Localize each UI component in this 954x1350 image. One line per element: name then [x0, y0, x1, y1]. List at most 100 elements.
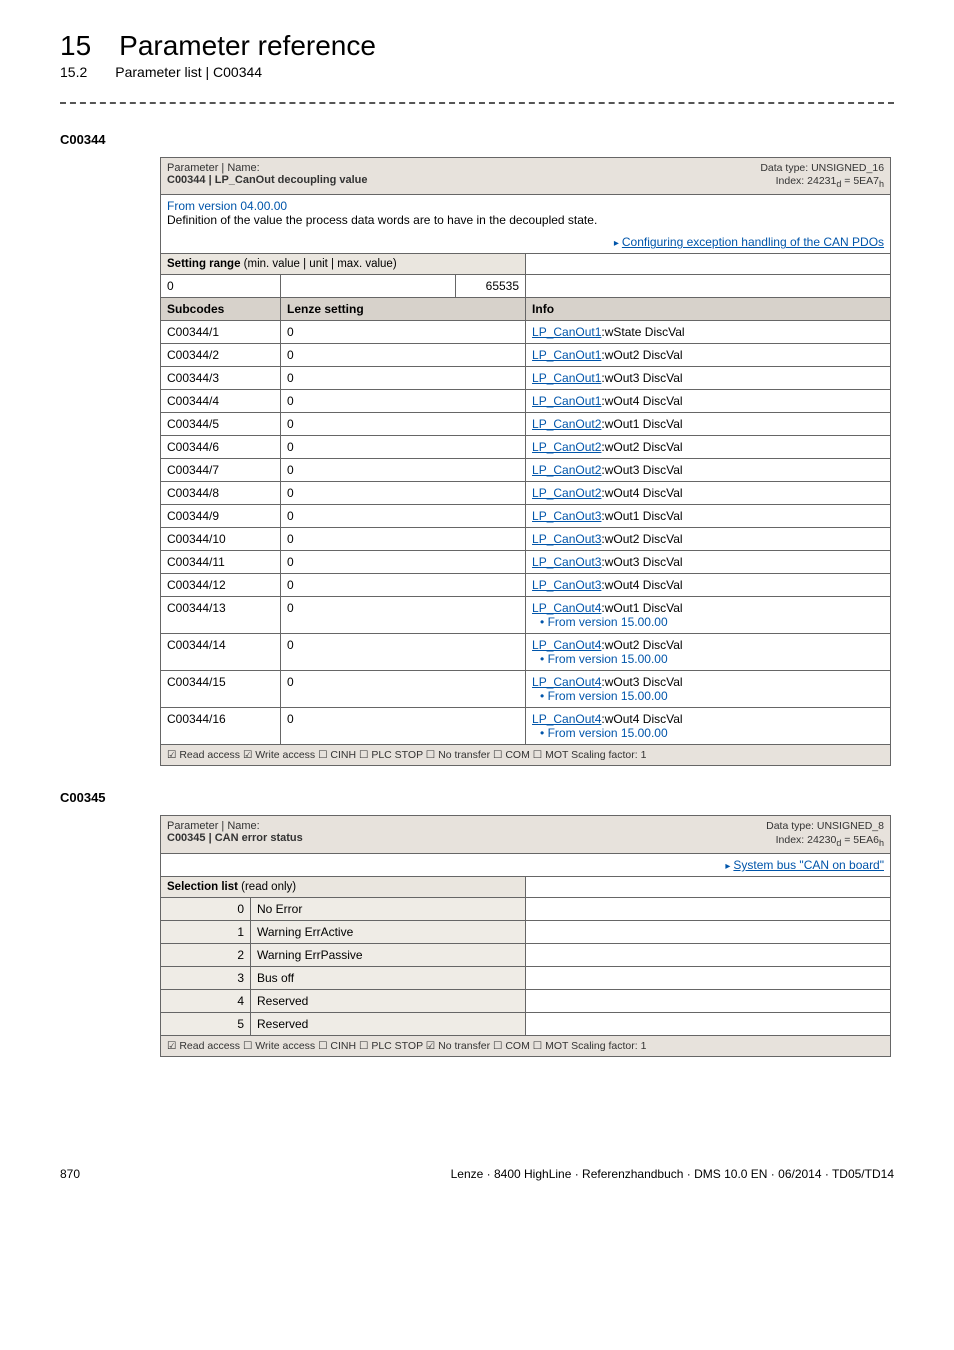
subcode-cell: C00344/2 [161, 344, 281, 367]
lp-canout-link[interactable]: LP_CanOut2 [532, 417, 601, 431]
subcode-cell: C00344/14 [161, 634, 281, 671]
selection-index-cell: 4 [161, 989, 251, 1012]
index-label: Index: 24231 [776, 175, 837, 187]
subcode-cell: C00344/4 [161, 390, 281, 413]
lenze-setting-cell: 0 [281, 634, 526, 671]
subcode-cell: C00344/5 [161, 413, 281, 436]
lenze-setting-cell: 0 [281, 367, 526, 390]
lp-canout-link[interactable]: LP_CanOut4 [532, 675, 601, 689]
index-label-2: Index: 24230 [776, 834, 837, 846]
info-cell: LP_CanOut1:wOut3 DiscVal [526, 367, 891, 390]
table-footer-c00345: ☑ Read access ☐ Write access ☐ CINH ☐ PL… [161, 1035, 891, 1056]
param-label: Parameter | Name: [167, 162, 260, 174]
param-name: C00344 | LP_CanOut decoupling value [167, 174, 368, 186]
lp-canout-link[interactable]: LP_CanOut2 [532, 440, 601, 454]
index-sub-h: h [879, 179, 884, 189]
subcodes-header: Subcodes [161, 298, 281, 321]
info-tail: :wOut3 DiscVal [601, 675, 682, 689]
footer-right: Lenze · 8400 HighLine · Referenzhandbuch… [451, 1167, 894, 1181]
table-c00345: Parameter | Name: C00345 | CAN error sta… [160, 815, 891, 1056]
lenze-setting-cell: 0 [281, 413, 526, 436]
info-cell: LP_CanOut3:wOut4 DiscVal [526, 574, 891, 597]
chapter-number: 15 [60, 30, 91, 62]
selection-empty-cell [526, 920, 891, 943]
info-cell: LP_CanOut2:wOut2 DiscVal [526, 436, 891, 459]
table-footer-c00344: ☑ Read access ☑ Write access ☐ CINH ☐ PL… [161, 745, 891, 766]
lenze-setting-cell: 0 [281, 597, 526, 634]
lenze-header: Lenze setting [281, 298, 526, 321]
lp-canout-link[interactable]: LP_CanOut2 [532, 463, 601, 477]
section-code-c00344: C00344 [60, 132, 894, 147]
table-c00344: Parameter | Name: C00344 | LP_CanOut dec… [160, 157, 891, 766]
lp-canout-link[interactable]: LP_CanOut1 [532, 371, 601, 385]
selection-empty-cell [526, 1012, 891, 1035]
selection-value-cell: Reserved [251, 989, 526, 1012]
lp-canout-link[interactable]: LP_CanOut3 [532, 532, 601, 546]
selection-empty-cell [526, 943, 891, 966]
subcode-cell: C00344/8 [161, 482, 281, 505]
lp-canout-link[interactable]: LP_CanOut3 [532, 555, 601, 569]
info-tail: :wOut3 DiscVal [601, 463, 682, 477]
selection-empty-cell [526, 966, 891, 989]
subcode-cell: C00344/15 [161, 671, 281, 708]
lp-canout-link[interactable]: LP_CanOut1 [532, 325, 601, 339]
data-type-2: Data type: UNSIGNED_8 [766, 820, 884, 832]
subcode-cell: C00344/7 [161, 459, 281, 482]
system-bus-link[interactable]: System bus "CAN on board" [733, 858, 884, 872]
lp-canout-link[interactable]: LP_CanOut4 [532, 712, 601, 726]
lenze-setting-cell: 0 [281, 708, 526, 745]
info-tail: :wOut1 DiscVal [601, 601, 682, 615]
page-number: 870 [60, 1167, 80, 1181]
from-version-note: From version 15.00.00 [540, 726, 884, 740]
setting-range-paren: (min. value | unit | max. value) [240, 258, 396, 270]
lenze-setting-cell: 0 [281, 551, 526, 574]
setting-max: 65535 [456, 275, 526, 298]
lp-canout-link[interactable]: LP_CanOut2 [532, 486, 601, 500]
info-tail: :wOut2 DiscVal [601, 638, 682, 652]
lenze-setting-cell: 0 [281, 459, 526, 482]
lp-canout-link[interactable]: LP_CanOut1 [532, 348, 601, 362]
info-cell: LP_CanOut4:wOut3 DiscValFrom version 15.… [526, 671, 891, 708]
from-version-note: From version 15.00.00 [540, 615, 884, 629]
lp-canout-link[interactable]: LP_CanOut4 [532, 601, 601, 615]
info-cell: LP_CanOut4:wOut4 DiscValFrom version 15.… [526, 708, 891, 745]
lenze-setting-cell: 0 [281, 574, 526, 597]
param-name-2: C00345 | CAN error status [167, 832, 303, 844]
info-header: Info [526, 298, 891, 321]
lp-canout-link[interactable]: LP_CanOut1 [532, 394, 601, 408]
info-tail: :wOut1 DiscVal [601, 509, 682, 523]
index-sub-h-2: h [879, 838, 884, 848]
info-cell: LP_CanOut3:wOut1 DiscVal [526, 505, 891, 528]
lp-canout-link[interactable]: LP_CanOut3 [532, 509, 601, 523]
info-tail: :wOut2 DiscVal [601, 440, 682, 454]
info-cell: LP_CanOut1:wOut2 DiscVal [526, 344, 891, 367]
info-tail: :wOut2 DiscVal [601, 348, 682, 362]
info-tail: :wOut3 DiscVal [601, 555, 682, 569]
info-tail: :wOut4 DiscVal [601, 712, 682, 726]
from-version-note: From version 15.00.00 [540, 652, 884, 666]
info-cell: LP_CanOut1:wState DiscVal [526, 321, 891, 344]
index-eq-2: = 5EA6 [841, 834, 879, 846]
info-cell: LP_CanOut4:wOut2 DiscValFrom version 15.… [526, 634, 891, 671]
param-label-2: Parameter | Name: [167, 820, 260, 832]
lp-canout-link[interactable]: LP_CanOut4 [532, 638, 601, 652]
selection-value-cell: Warning ErrPassive [251, 943, 526, 966]
lenze-setting-cell: 0 [281, 482, 526, 505]
selection-index-cell: 1 [161, 920, 251, 943]
lenze-setting-cell: 0 [281, 528, 526, 551]
selection-index-cell: 2 [161, 943, 251, 966]
info-cell: LP_CanOut2:wOut1 DiscVal [526, 413, 891, 436]
subcode-cell: C00344/12 [161, 574, 281, 597]
selection-index-cell: 3 [161, 966, 251, 989]
subcode-cell: C00344/13 [161, 597, 281, 634]
cfg-exception-link[interactable]: Configuring exception handling of the CA… [622, 235, 884, 249]
subcode-cell: C00344/1 [161, 321, 281, 344]
info-cell: LP_CanOut4:wOut1 DiscValFrom version 15.… [526, 597, 891, 634]
subcode-cell: C00344/6 [161, 436, 281, 459]
section-title: Parameter list | C00344 [115, 64, 262, 80]
info-tail: :wOut1 DiscVal [601, 417, 682, 431]
selection-list-label: Selection list [167, 881, 238, 893]
section-code-c00345: C00345 [60, 790, 894, 805]
lp-canout-link[interactable]: LP_CanOut3 [532, 578, 601, 592]
selection-list-paren: (read only) [238, 881, 296, 893]
